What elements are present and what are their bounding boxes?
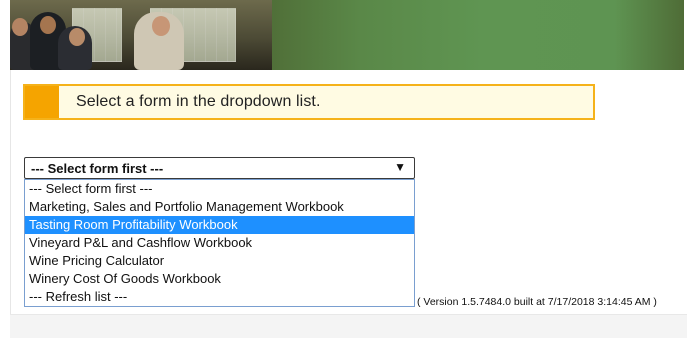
triangle-down-icon[interactable]: ▼ (394, 160, 406, 174)
header-banner (10, 0, 684, 70)
info-notice: Select a form in the dropdown list. (23, 84, 595, 120)
dropdown-option[interactable]: Marketing, Sales and Portfolio Managemen… (25, 198, 414, 216)
notice-text: Select a form in the dropdown list. (76, 93, 321, 110)
form-select-options-list[interactable]: --- Select form first --- Marketing, Sal… (24, 179, 415, 307)
person-head (69, 28, 85, 46)
dropdown-option[interactable]: Winery Cost Of Goods Workbook (25, 270, 414, 288)
form-select-value: --- Select form first --- (31, 161, 164, 176)
dropdown-option[interactable]: --- Select form first --- (25, 180, 414, 198)
banner-gradient-fade (614, 0, 684, 70)
person-head (12, 18, 28, 36)
person-head (152, 16, 170, 36)
form-select-dropdown[interactable]: --- Select form first --- ▼ (24, 157, 415, 179)
team-photo-banner (10, 0, 272, 70)
footer-band (10, 314, 687, 338)
dropdown-option-highlighted[interactable]: Tasting Room Profitability Workbook (25, 216, 414, 234)
dropdown-option-refresh[interactable]: --- Refresh list --- (25, 288, 414, 306)
dropdown-option[interactable]: Wine Pricing Calculator (25, 252, 414, 270)
person-head (40, 16, 56, 34)
notice-accent-bar (25, 86, 59, 118)
dropdown-option[interactable]: Vineyard P&L and Cashflow Workbook (25, 234, 414, 252)
version-info: ( Version 1.5.7484.0 built at 7/17/2018 … (417, 296, 657, 308)
